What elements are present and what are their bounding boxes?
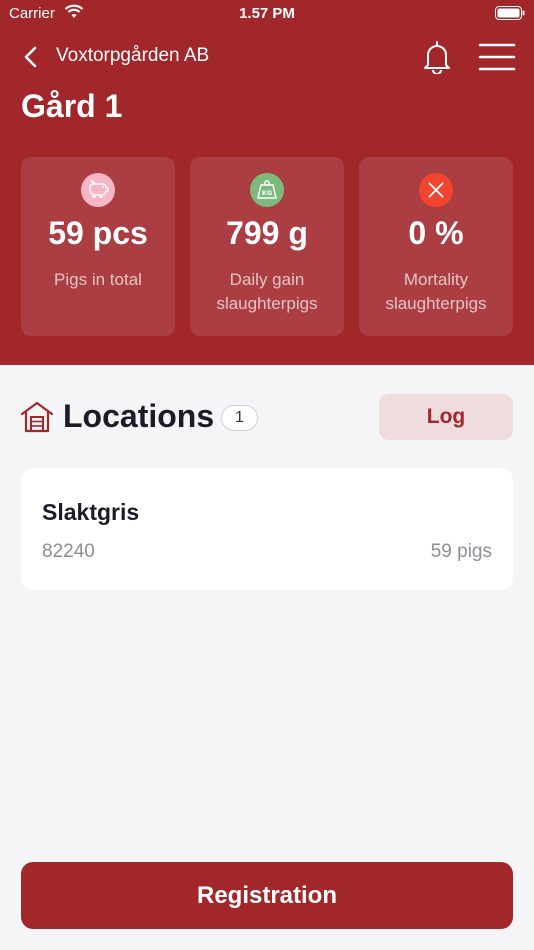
weight-icon: KG [250, 173, 284, 207]
bell-icon[interactable] [422, 40, 452, 74]
pig-icon [81, 173, 115, 207]
registration-button[interactable]: Registration [21, 862, 513, 929]
house-icon [20, 401, 54, 433]
battery-icon [495, 6, 525, 20]
location-pig-count: 59 pigs [430, 541, 492, 562]
location-name: Slaktgris [42, 499, 140, 525]
stat-card-daily-gain: KG 799 g Daily gain slaughterpigs [190, 157, 344, 336]
stat-card-pigs-total: 59 pcs Pigs in total [21, 157, 175, 336]
stat-label: Daily gain slaughterpigs [216, 270, 318, 313]
farm-title: Gård 1 [21, 88, 123, 124]
stat-value: 0 % [408, 215, 464, 251]
close-circle-icon [419, 173, 453, 207]
location-code: 82240 [42, 541, 95, 562]
header: Carrier 1.57 PM Voxtorpgården AB Gård 1 [0, 0, 534, 365]
svg-text:KG: KG [262, 189, 272, 197]
stat-label: Pigs in total [54, 270, 142, 289]
locations-header: Locations 1 Log [0, 390, 534, 446]
menu-icon[interactable] [478, 42, 516, 72]
location-card[interactable]: Slaktgris 82240 59 pigs [21, 468, 513, 590]
back-icon[interactable] [20, 44, 42, 70]
log-button[interactable]: Log [379, 394, 513, 440]
stat-label: Mortality slaughterpigs [385, 270, 487, 313]
nav-title: Voxtorpgården AB [56, 45, 210, 66]
locations-title: Locations [63, 398, 215, 434]
locations-count-badge: 1 [221, 405, 258, 431]
clock: 1.57 PM [239, 5, 295, 22]
stat-value: 59 pcs [48, 215, 148, 251]
stat-value: 799 g [226, 215, 308, 251]
stat-card-mortality: 0 % Mortality slaughterpigs [359, 157, 513, 336]
status-bar: Carrier 1.57 PM [0, 0, 534, 30]
